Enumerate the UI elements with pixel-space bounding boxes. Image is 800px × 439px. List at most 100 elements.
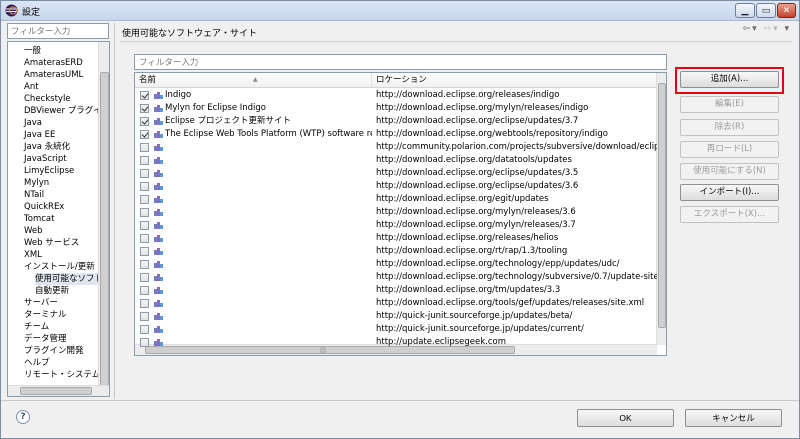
tree-item[interactable]: データ管理 — [24, 333, 67, 345]
forward-arrow-icon[interactable]: ⇨▾ — [764, 24, 780, 34]
tree-vertical-scroll-thumb[interactable] — [100, 72, 109, 387]
add-button[interactable]: 追加(A)... — [680, 71, 779, 88]
table-row[interactable]: Indigo http://download.eclipse.org/releas… — [135, 89, 657, 102]
cancel-button[interactable]: キャンセル — [685, 409, 782, 427]
site-enabled-checkbox[interactable] — [140, 143, 149, 152]
tree-item[interactable]: AmaterasUML — [24, 69, 83, 81]
remove-button[interactable]: 除去(R) — [680, 119, 779, 136]
site-filter-input[interactable] — [134, 54, 667, 70]
tree-horizontal-scroll-thumb[interactable] — [20, 387, 92, 395]
tree-item[interactable]: ターミナル — [24, 309, 67, 321]
table-row[interactable]: http://update.eclipsegeek.com — [135, 336, 657, 349]
tree-item[interactable]: Tomcat — [24, 213, 54, 225]
column-header-name[interactable]: 名前 ▲ — [135, 73, 372, 88]
table-row[interactable]: http://download.eclipse.org/eclipse/upda… — [135, 167, 657, 180]
table-vertical-scroll-thumb[interactable] — [658, 83, 666, 328]
table-row[interactable]: http://quick-junit.sourceforge.jp/update… — [135, 323, 657, 336]
site-enabled-checkbox[interactable] — [140, 156, 149, 165]
table-row[interactable]: http://download.eclipse.org/tools/gef/up… — [135, 297, 657, 310]
table-row[interactable]: The Eclipse Web Tools Platform (WTP) sof… — [135, 128, 657, 141]
site-enabled-checkbox[interactable] — [140, 312, 149, 321]
site-enabled-checkbox[interactable] — [140, 338, 149, 347]
tree-item[interactable]: LimyEclipse — [24, 165, 74, 177]
table-row[interactable]: http://quick-junit.sourceforge.jp/update… — [135, 310, 657, 323]
tree-item[interactable]: Web サービス — [24, 237, 79, 249]
site-enabled-checkbox[interactable] — [140, 208, 149, 217]
column-header-location[interactable]: ロケーション — [372, 73, 657, 88]
table-vertical-scrollbar[interactable] — [656, 73, 666, 345]
tree-item[interactable]: Ant — [24, 81, 39, 93]
site-enabled-checkbox[interactable] — [140, 260, 149, 269]
maximize-button[interactable]: ▭ — [756, 3, 776, 18]
site-enabled-checkbox[interactable] — [140, 325, 149, 334]
help-icon[interactable]: ? — [16, 410, 30, 424]
tree-item[interactable]: Java 永続化 — [24, 141, 70, 153]
table-row[interactable]: http://download.eclipse.org/technology/e… — [135, 258, 657, 271]
site-enabled-checkbox[interactable] — [140, 117, 149, 126]
site-location: http://download.eclipse.org/mylyn/releas… — [376, 220, 576, 230]
table-row[interactable]: http://download.eclipse.org/egit/updates — [135, 193, 657, 206]
update-site-icon — [154, 261, 163, 268]
site-enabled-checkbox[interactable] — [140, 234, 149, 243]
table-row[interactable]: http://download.eclipse.org/technology/s… — [135, 271, 657, 284]
tree-item[interactable]: Checkstyle — [24, 93, 71, 105]
tree-item[interactable]: AmaterasERD — [24, 57, 83, 69]
view-menu-icon[interactable]: ▾ — [784, 24, 791, 34]
back-arrow-icon[interactable]: ⇦▾ — [743, 24, 759, 34]
tree-vertical-scrollbar[interactable] — [98, 42, 109, 387]
tree-item[interactable]: Mylyn — [24, 177, 49, 189]
site-enabled-checkbox[interactable] — [140, 91, 149, 100]
site-enabled-checkbox[interactable] — [140, 273, 149, 282]
tree-item[interactable]: XML — [24, 249, 42, 261]
table-row[interactable]: Eclipse プロジェクト更新サイト http://download.eclip… — [135, 115, 657, 128]
site-enabled-checkbox[interactable] — [140, 104, 149, 113]
minimize-button[interactable]: ▁ — [735, 3, 755, 18]
table-row[interactable]: http://download.eclipse.org/rt/rap/1.3/t… — [135, 245, 657, 258]
tree-item[interactable]: Java EE — [24, 129, 55, 141]
site-enabled-checkbox[interactable] — [140, 299, 149, 308]
import-button[interactable]: インポート(I)... — [680, 184, 779, 201]
tree-item[interactable]: ヘルプ — [24, 357, 50, 369]
site-enabled-checkbox[interactable] — [140, 286, 149, 295]
site-enabled-checkbox[interactable] — [140, 169, 149, 178]
tree-item[interactable]: Java — [24, 117, 42, 129]
tree-item[interactable]: インストール/更新 — [24, 261, 95, 273]
ok-button[interactable]: OK — [577, 409, 674, 427]
update-site-icon — [154, 183, 163, 190]
site-enabled-checkbox[interactable] — [140, 182, 149, 191]
reload-button[interactable]: 再ロード(L) — [680, 141, 779, 158]
tree-filter-input[interactable] — [7, 23, 109, 39]
tree-item[interactable]: JavaScript — [24, 153, 67, 165]
tree-horizontal-scrollbar[interactable] — [8, 385, 109, 396]
table-row[interactable]: http://download.eclipse.org/mylyn/releas… — [135, 219, 657, 232]
preferences-tree[interactable]: リモート・システム ヘルプ プラグイン開発 データ管理 チーム ターミナル サーバー 自動更新… — [7, 41, 110, 397]
enable-button[interactable]: 使用可能にする(N) — [680, 163, 779, 180]
table-row[interactable]: http://community.polarion.com/projects/s… — [135, 141, 657, 154]
tree-item[interactable]: QuickREx — [24, 201, 64, 213]
site-enabled-checkbox[interactable] — [140, 195, 149, 204]
sites-table[interactable]: 名前 ▲ ロケーション ||| Indigo http://download.ec… — [134, 72, 667, 356]
tree-item[interactable]: Web — [24, 225, 43, 237]
pane-divider[interactable] — [114, 23, 115, 399]
tree-item[interactable]: 一般 — [24, 45, 41, 57]
site-enabled-checkbox[interactable] — [140, 247, 149, 256]
table-row[interactable]: http://download.eclipse.org/releases/hel… — [135, 232, 657, 245]
edit-button[interactable]: 編集(E) — [680, 96, 779, 113]
table-row[interactable]: http://download.eclipse.org/eclipse/upda… — [135, 180, 657, 193]
tree-item[interactable]: チーム — [24, 321, 49, 333]
table-row[interactable]: http://download.eclipse.org/datatools/up… — [135, 154, 657, 167]
table-row[interactable]: Mylyn for Eclipse Indigo http://download.… — [135, 102, 657, 115]
tree-item[interactable]: NTail — [24, 189, 44, 201]
site-enabled-checkbox[interactable] — [140, 130, 149, 139]
table-row[interactable]: http://download.eclipse.org/tm/updates/3… — [135, 284, 657, 297]
tree-item[interactable]: 自動更新 — [35, 285, 69, 297]
site-name-cell — [138, 258, 372, 271]
update-site-icon — [154, 222, 163, 229]
tree-item[interactable]: プラグイン開発 — [24, 345, 84, 357]
site-enabled-checkbox[interactable] — [140, 221, 149, 230]
tree-item[interactable]: サーバー — [24, 297, 58, 309]
close-button[interactable]: ✕ — [777, 3, 796, 18]
tree-item[interactable]: リモート・システム — [24, 369, 100, 381]
table-row[interactable]: http://download.eclipse.org/mylyn/releas… — [135, 206, 657, 219]
export-button[interactable]: エクスポート(X)... — [680, 206, 779, 223]
